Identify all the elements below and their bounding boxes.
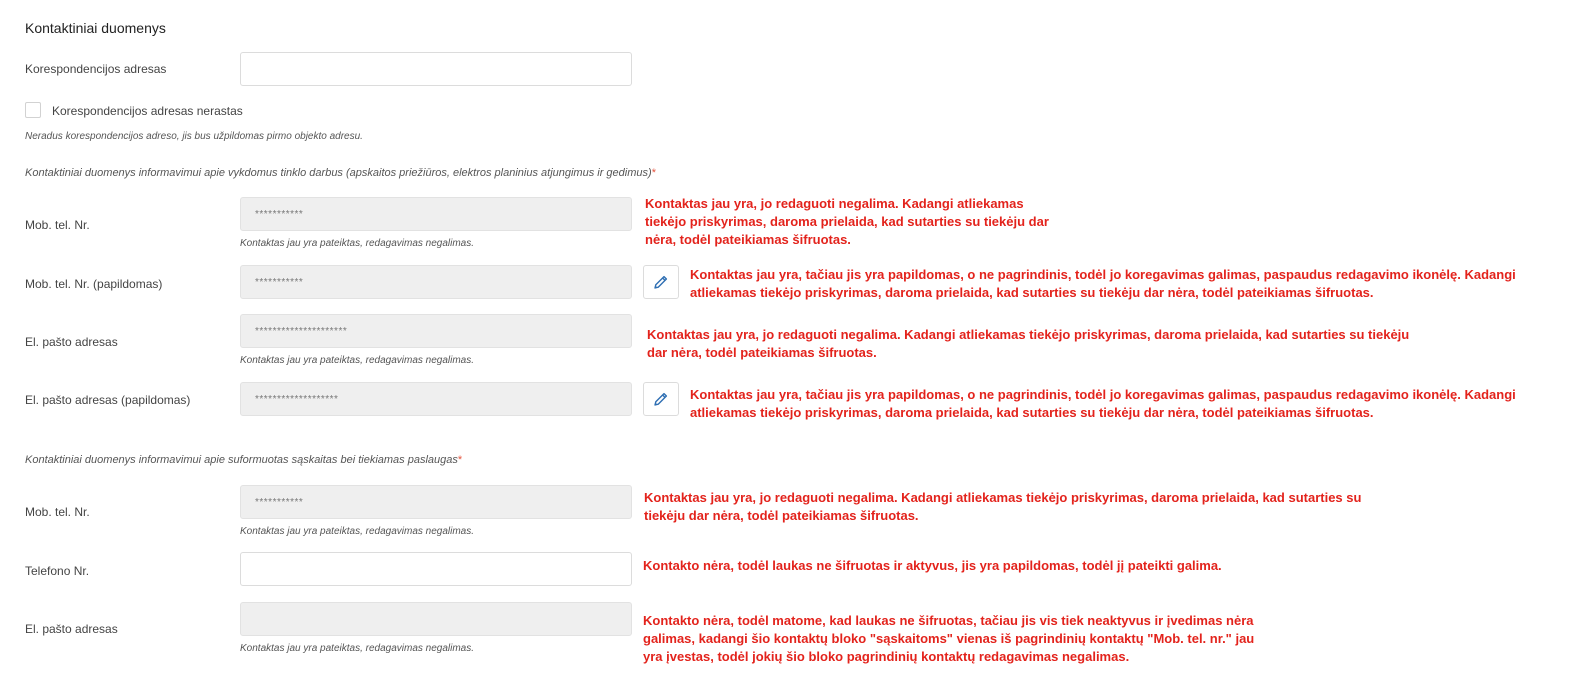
section-title: Kontaktiniai duomenys [25,20,166,36]
pencil-icon [654,275,668,289]
g1-email-extra-input: ******************* [240,382,632,416]
g1-email-input: ********************* [240,314,632,348]
g2-email-label: El. pašto adresas [25,622,118,636]
annotation-7: Kontakto nėra, todėl matome, kad laukas … [643,613,1255,664]
checkbox-label: Korespondencijos adresas nerastas [52,104,243,118]
g1-mobile-extra-input: *********** [240,265,632,299]
g1-mobile-extra-label: Mob. tel. Nr. (papildomas) [25,277,163,291]
g1-email-label: El. pašto adresas [25,335,118,349]
g1-mobile-input: *********** [240,197,632,231]
g2-mobile-input: *********** [240,485,632,519]
group1-title: Kontaktiniai duomenys informavimui apie … [25,167,656,179]
annotation-6: Kontakto nėra, todėl laukas ne šifruotas… [643,558,1222,573]
correspondence-input[interactable] [240,52,632,86]
g1-mobile-extra-edit-button[interactable] [643,265,679,299]
g2-email-input [240,602,632,636]
g2-phone-input[interactable] [240,552,632,586]
address-not-found-checkbox[interactable] [25,102,41,118]
g1-email-extra-edit-button[interactable] [643,382,679,416]
g1-email-value: ********************* [255,326,348,337]
g1-mobile-label: Mob. tel. Nr. [25,218,90,232]
checkbox-note: Neradus korespondencijos adreso, jis bus… [25,131,363,142]
annotation-3: Kontaktas jau yra, jo redaguoti negalima… [647,327,1410,360]
g1-mobile-hint: Kontaktas jau yra pateiktas, redagavimas… [240,238,475,249]
g1-email-extra-value: ******************* [255,394,339,405]
correspondence-label: Korespondencijos adresas [25,62,167,76]
g2-mobile-hint: Kontaktas jau yra pateiktas, redagavimas… [240,526,475,537]
g1-mobile-extra-value: *********** [255,277,304,288]
annotation-4: Kontaktas jau yra, tačiau jis yra papild… [690,387,1516,420]
g1-mobile-value: *********** [255,209,304,220]
g2-mobile-value: *********** [255,497,304,508]
annotation-5: Kontaktas jau yra, jo redaguoti negalima… [644,490,1362,523]
annotation-2: Kontaktas jau yra, tačiau jis yra papild… [690,267,1516,300]
group2-title: Kontaktiniai duomenys informavimui apie … [25,454,463,466]
required-mark: * [457,454,463,466]
required-mark: * [651,167,656,179]
pencil-icon [654,392,668,406]
g2-email-hint: Kontaktas jau yra pateiktas, redagavimas… [240,643,475,654]
g1-email-extra-label: El. pašto adresas (papildomas) [25,393,191,407]
g2-mobile-label: Mob. tel. Nr. [25,505,90,519]
g1-email-hint: Kontaktas jau yra pateiktas, redagavimas… [240,355,475,366]
g2-phone-label: Telefono Nr. [25,564,90,578]
annotation-1: Kontaktas jau yra, jo redaguoti negalima… [645,196,1049,247]
